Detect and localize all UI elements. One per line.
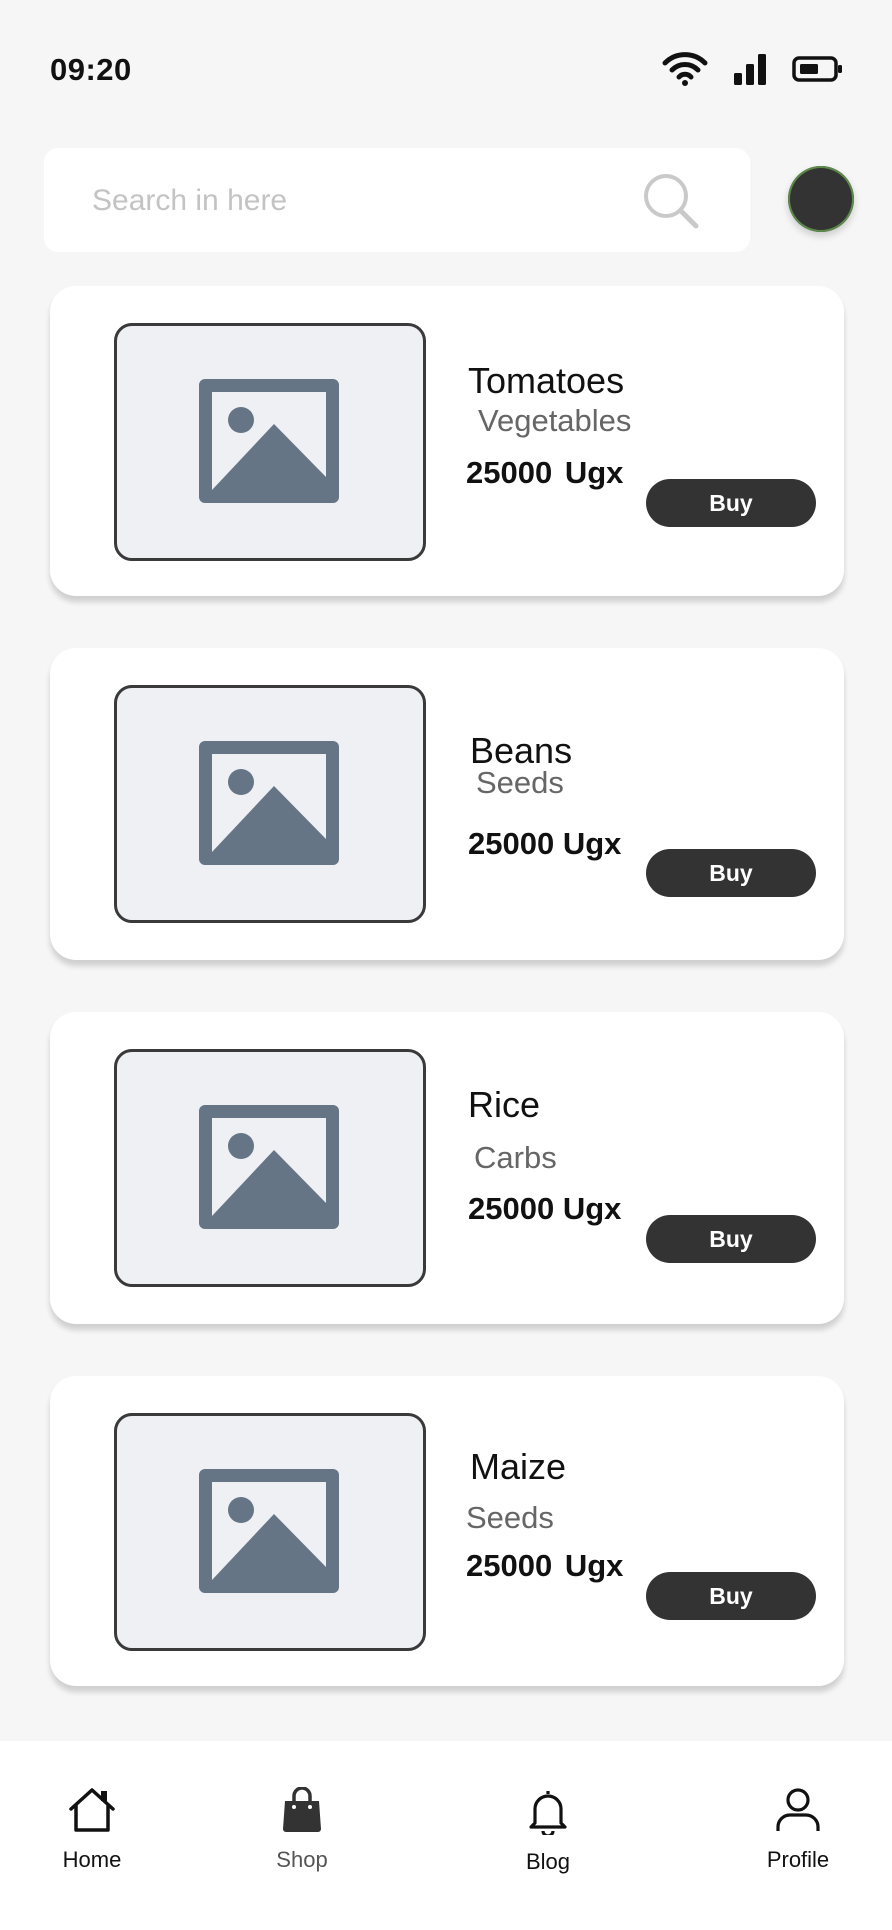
nav-profile[interactable]: Profile	[728, 1787, 868, 1873]
search-bar	[44, 148, 750, 254]
product-price: 25000 Ugx	[466, 455, 623, 491]
nav-label: Home	[62, 1847, 122, 1872]
user-icon	[776, 1788, 820, 1831]
home-icon	[69, 1788, 115, 1832]
buy-button[interactable]: Buy	[646, 1215, 816, 1263]
product-name: Maize	[470, 1446, 567, 1487]
product-card: Maize Seeds 25000 Ugx Buy	[50, 1376, 844, 1686]
wifi-icon	[662, 52, 708, 86]
price-amount: 25000	[468, 1191, 555, 1226]
image-placeholder-icon	[199, 1105, 339, 1229]
status-icons	[662, 52, 844, 86]
product-category: Seeds	[476, 765, 564, 800]
product-category: Carbs	[474, 1140, 557, 1175]
product-price: 25000 Ugx	[468, 1191, 621, 1227]
product-card: Beans Seeds 25000 Ugx Buy	[50, 648, 844, 960]
status-time: 09:20	[50, 52, 132, 87]
nav-label: Profile	[766, 1847, 830, 1872]
price-currency: Ugx	[562, 1191, 622, 1226]
battery-icon	[792, 55, 844, 83]
nav-label: Shop	[276, 1847, 328, 1872]
product-image	[114, 323, 426, 561]
search-input[interactable]	[90, 148, 654, 254]
image-placeholder-icon	[199, 379, 339, 503]
product-image	[114, 685, 426, 923]
bottom-nav: Home Shop Blog Profile	[0, 1741, 892, 1930]
search-icon[interactable]	[642, 172, 700, 235]
price-currency: Ugx	[562, 826, 622, 861]
product-card: Rice Carbs 25000 Ugx Buy	[50, 1012, 844, 1324]
buy-button[interactable]: Buy	[646, 1572, 816, 1620]
price-currency: Ugx	[564, 1548, 624, 1583]
price-amount: 25000	[466, 1548, 553, 1583]
nav-blog[interactable]: Blog	[478, 1787, 618, 1875]
nav-label: Blog	[525, 1849, 571, 1874]
signal-icon	[734, 53, 766, 85]
product-image	[114, 1049, 426, 1287]
buy-button[interactable]: Buy	[646, 479, 816, 527]
price-amount: 25000	[466, 455, 553, 490]
nav-shop[interactable]: Shop	[232, 1787, 372, 1873]
price-amount: 25000	[468, 826, 555, 861]
nav-home[interactable]: Home	[22, 1787, 162, 1873]
image-placeholder-icon	[199, 741, 339, 865]
image-placeholder-icon	[199, 1469, 339, 1593]
product-name: Rice	[468, 1084, 541, 1125]
bell-icon	[529, 1791, 567, 1835]
product-card: Tomatoes Vegetables 25000 Ugx Buy	[50, 286, 844, 596]
price-currency: Ugx	[564, 455, 624, 490]
buy-button[interactable]: Buy	[646, 849, 816, 897]
status-bar: 09:20	[0, 0, 892, 140]
product-list: Tomatoes Vegetables 25000 Ugx Buy Beans …	[50, 286, 844, 1738]
product-price: 25000 Ugx	[468, 826, 621, 862]
avatar[interactable]	[788, 166, 854, 232]
product-image	[114, 1413, 426, 1651]
shopping-bag-icon	[283, 1787, 321, 1832]
product-name: Tomatoes	[468, 360, 625, 401]
product-category: Seeds	[466, 1500, 554, 1535]
product-category: Vegetables	[478, 403, 632, 438]
product-price: 25000 Ugx	[466, 1548, 623, 1584]
